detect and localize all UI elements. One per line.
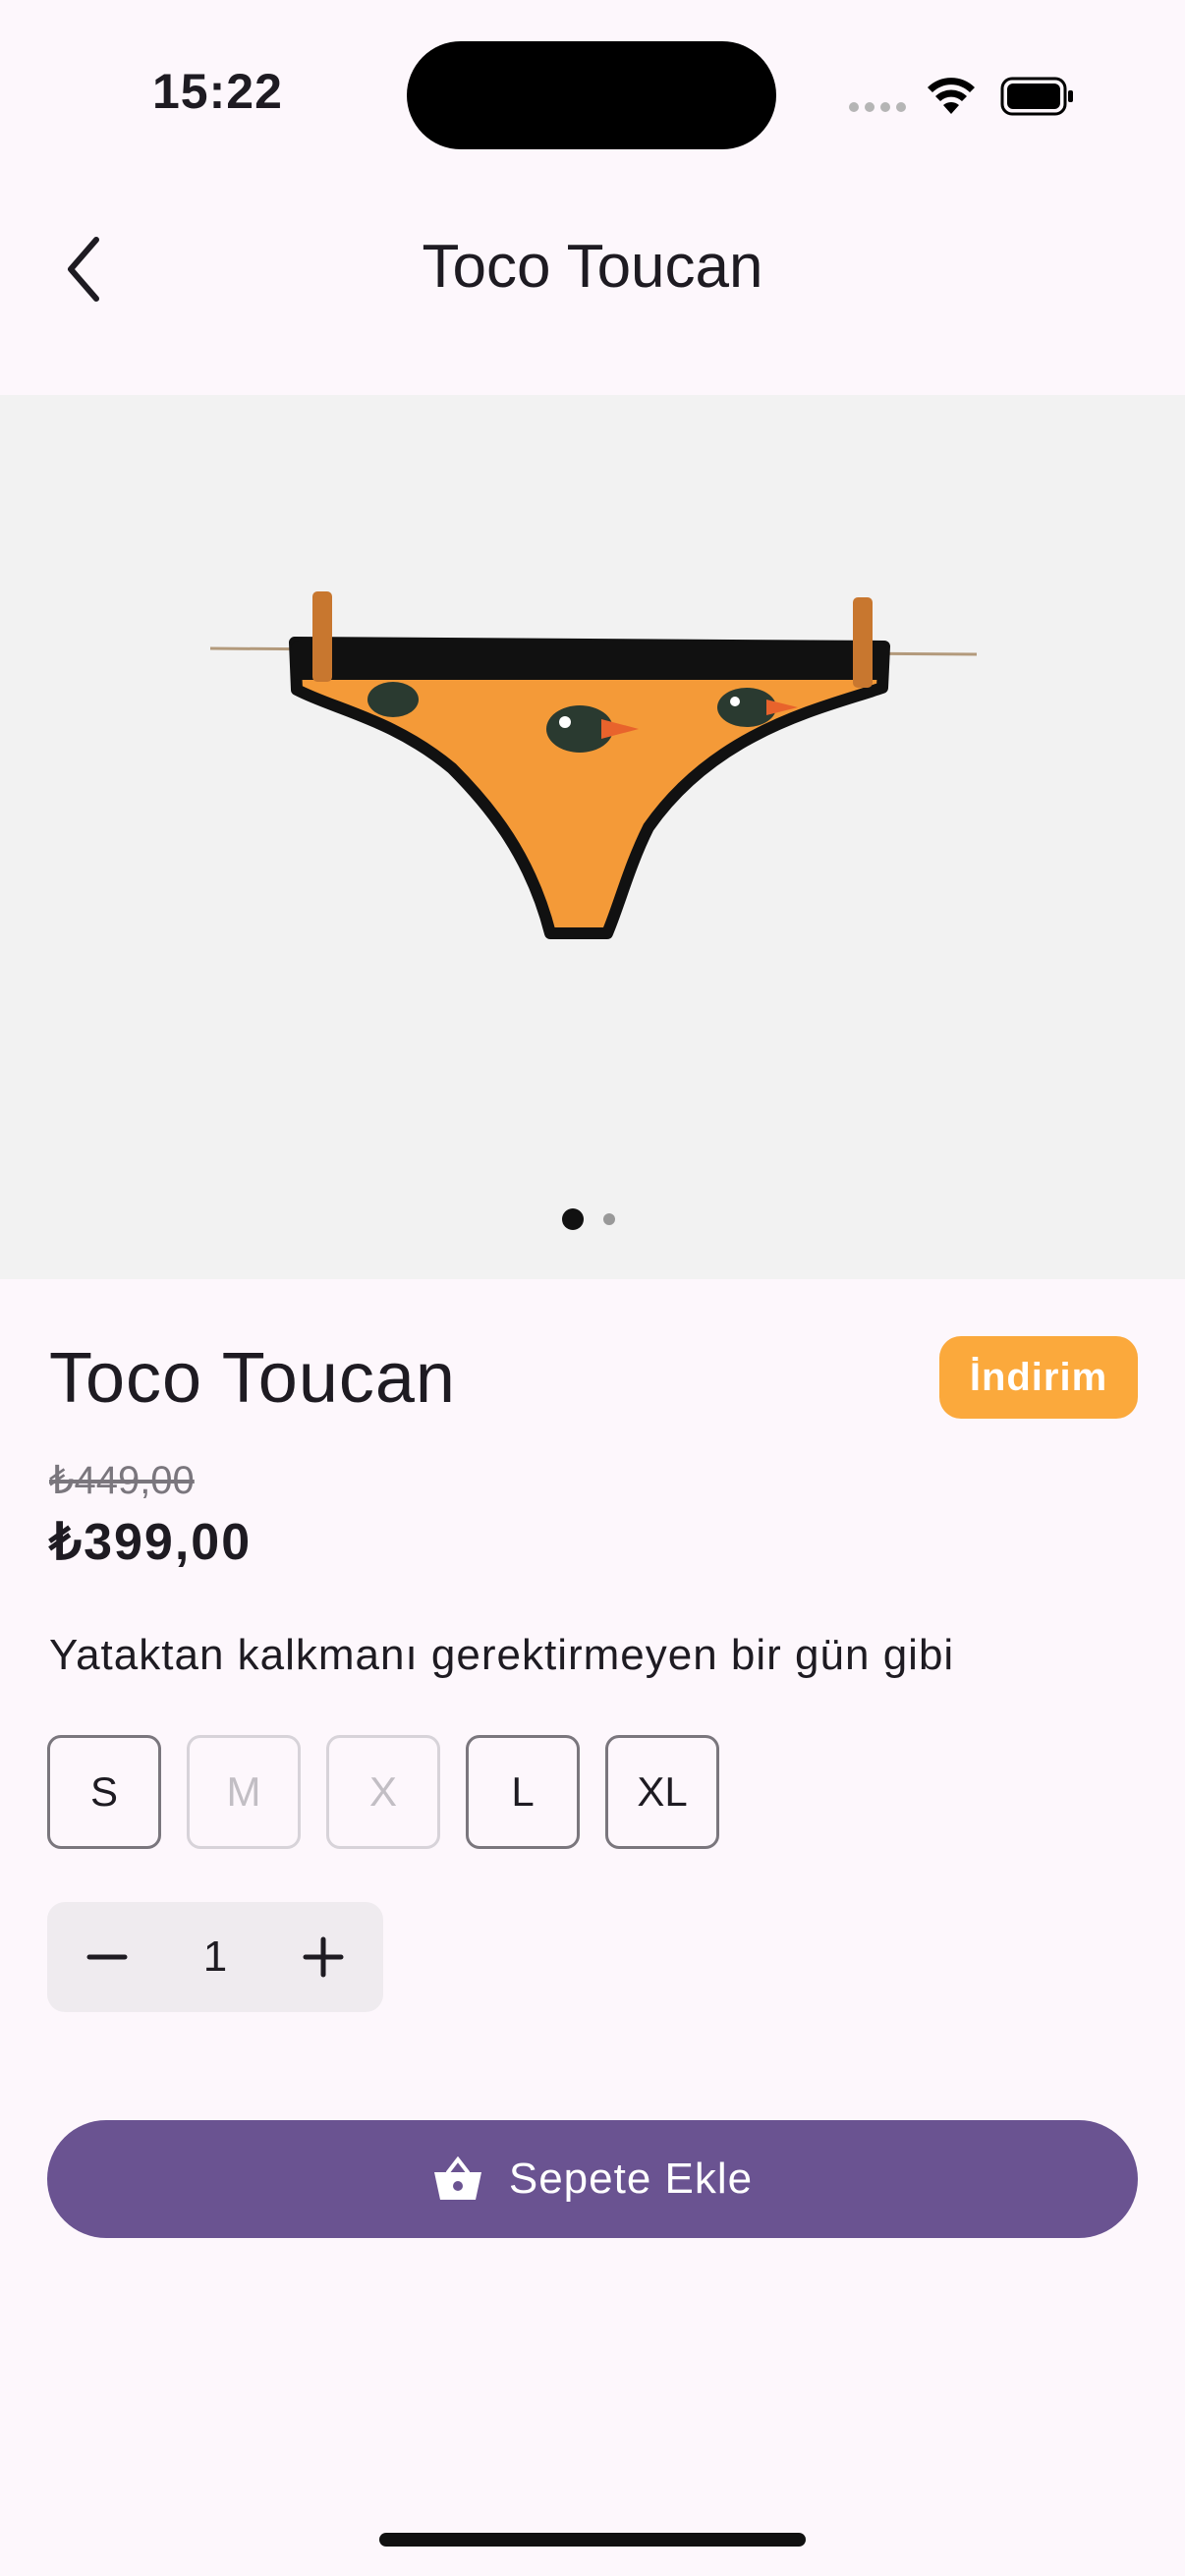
status-time: 15:22 (152, 64, 283, 119)
old-price: ₺449,00 (49, 1459, 195, 1502)
discount-badge: İndirim (939, 1336, 1138, 1419)
pager-dot-active[interactable] (562, 1208, 584, 1230)
size-option-l[interactable]: L (466, 1735, 580, 1849)
size-option-s[interactable]: S (47, 1735, 161, 1849)
quantity-value: 1 (202, 1932, 228, 1981)
dynamic-island (407, 41, 776, 149)
product-image (209, 591, 978, 939)
basket-icon (433, 2156, 481, 2200)
wifi-icon (928, 78, 975, 114)
add-to-cart-label: Sepete Ekle (508, 2155, 754, 2203)
home-indicator[interactable] (379, 2533, 806, 2547)
product-description: Yataktan kalkmanı gerektirmeyen bir gün … (49, 1631, 955, 1679)
quantity-stepper: 1 (47, 1902, 383, 2012)
size-selector: S M X L XL (47, 1735, 719, 1849)
minus-icon[interactable] (84, 1933, 131, 1981)
size-option-xl[interactable]: XL (605, 1735, 719, 1849)
product-image-gallery[interactable] (0, 395, 1185, 1279)
size-option-x: X (326, 1735, 440, 1849)
battery-icon (1000, 77, 1073, 116)
signal-icon (849, 102, 906, 112)
size-option-m: M (187, 1735, 301, 1849)
pager-dot[interactable] (603, 1213, 615, 1225)
add-to-cart-button[interactable]: Sepete Ekle (47, 2120, 1138, 2238)
product-name: Toco Toucan (49, 1339, 456, 1418)
page-title: Toco Toucan (422, 233, 763, 301)
plus-icon[interactable] (300, 1933, 347, 1981)
price: ₺399,00 (49, 1514, 253, 1571)
gallery-pager[interactable] (562, 1208, 615, 1230)
